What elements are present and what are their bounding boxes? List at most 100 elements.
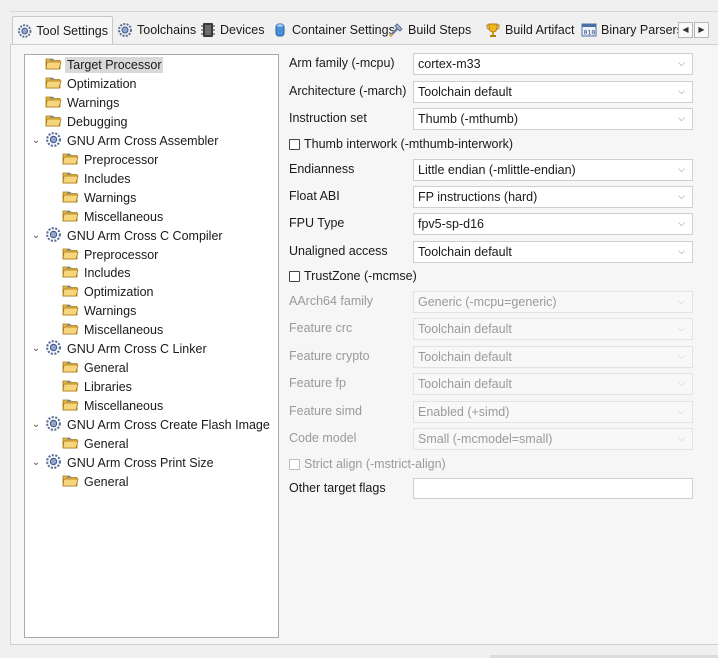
strict-align-label: Strict align (-mstrict-align)	[304, 457, 446, 471]
code-model-label: Code model	[289, 431, 357, 445]
tab-label: Devices	[220, 23, 265, 37]
tree-item-tool[interactable]: ⌄ GNU Arm Cross C Linker	[30, 340, 209, 358]
trophy-icon	[486, 23, 500, 37]
cylinder-icon	[275, 23, 285, 37]
aarch64-family-value: Generic (-mcpu=generic)	[418, 295, 557, 309]
tree-item[interactable]: Warnings	[62, 189, 138, 207]
tab-binary-parsers[interactable]: 010 Binary Parsers	[577, 18, 687, 42]
tree-item-label: GNU Arm Cross C Linker	[67, 342, 207, 357]
tree-item-tool[interactable]: ⌄ GNU Arm Cross Print Size	[30, 454, 216, 472]
tab-label: Toolchains	[137, 23, 197, 37]
tree-item[interactable]: General	[62, 435, 130, 453]
chevron-down-icon[interactable]: ⌄	[30, 419, 42, 431]
tree-item-tool[interactable]: ⌄ GNU Arm Cross Create Flash Image	[30, 416, 272, 434]
chevron-down-icon: ⌵	[678, 191, 685, 201]
chevron-down-icon: ⌵	[678, 296, 685, 306]
tab-build-steps[interactable]: Build Steps	[384, 18, 475, 42]
tree-item[interactable]: Optimization	[45, 75, 138, 93]
folder-icon	[62, 378, 79, 396]
unaligned-access-label: Unaligned access	[289, 244, 388, 258]
feature-crypto-label: Feature crypto	[289, 349, 370, 363]
code-model-value: Small (-mcmodel=small)	[418, 432, 553, 446]
tree-item-label: GNU Arm Cross Print Size	[67, 455, 214, 470]
feature-crc-label: Feature crc	[289, 321, 353, 335]
instruction-set-value: Thumb (-mthumb)	[418, 112, 519, 126]
trustzone-label: TrustZone (-mcmse)	[304, 269, 417, 283]
tree-item[interactable]: Preprocessor	[62, 151, 160, 169]
tree-item[interactable]: General	[62, 473, 130, 491]
arm-family-label: Arm family (-mcpu)	[289, 56, 395, 70]
chevron-down-icon[interactable]: ⌄	[30, 457, 42, 469]
tree-item[interactable]: Debugging	[45, 113, 129, 131]
chevron-down-icon: ⌵	[678, 58, 685, 68]
tree-item-tool[interactable]: ⌄ GNU Arm Cross Assembler	[30, 131, 220, 151]
folder-icon	[62, 397, 79, 415]
chevron-down-icon: ⌵	[678, 86, 685, 96]
tree-item[interactable]: Warnings	[45, 94, 121, 112]
tree-item-label: Miscellaneous	[84, 323, 164, 338]
tab-tool-settings[interactable]: Tool Settings	[12, 16, 113, 44]
tree-item-label: General	[84, 437, 129, 451]
gear-icon	[45, 131, 62, 151]
tree-item[interactable]: Miscellaneous	[62, 208, 165, 226]
trustzone-checkbox[interactable]: TrustZone (-mcmse)	[289, 267, 417, 285]
chevron-down-icon[interactable]: ⌄	[30, 230, 42, 242]
architecture-select[interactable]: Toolchain default ⌵	[413, 81, 693, 103]
tree-item-label: Optimization	[67, 76, 137, 91]
checkbox-box[interactable]	[289, 138, 300, 150]
folder-icon	[62, 473, 79, 491]
tree-item-label: Miscellaneous	[84, 399, 164, 414]
tree-item-label: Preprocessor	[84, 152, 159, 167]
arm-family-select[interactable]: cortex-m33 ⌵	[413, 53, 693, 75]
chevron-down-icon: ⌵	[678, 164, 685, 174]
feature-simd-label: Feature simd	[289, 404, 362, 418]
tab-label: Build Steps	[408, 23, 472, 37]
chevron-down-icon: ⌵	[678, 433, 685, 443]
tab-toolchains[interactable]: Toolchains	[113, 18, 200, 42]
tree-item[interactable]: Includes	[62, 264, 133, 282]
tree-item[interactable]: Target Processor	[45, 56, 164, 74]
feature-crc-value: Toolchain default	[418, 322, 512, 336]
tree-item-label: Warnings	[84, 304, 137, 319]
instruction-set-select[interactable]: Thumb (-mthumb) ⌵	[413, 108, 693, 130]
tree-item[interactable]: Libraries	[62, 378, 134, 396]
tree-item[interactable]: Miscellaneous	[62, 397, 165, 415]
tab-scroll-right-button[interactable]: ▶	[694, 22, 709, 38]
tree-item[interactable]: General	[62, 359, 130, 377]
tree-item-label: Target Processor	[65, 57, 164, 73]
aarch64-family-row: AArch64 family Generic (-mcpu=generic) ⌵	[289, 291, 693, 313]
tab-scroll-left-button[interactable]: ◀	[678, 22, 693, 38]
folder-icon	[62, 246, 79, 264]
unaligned-access-select[interactable]: Toolchain default ⌵	[413, 241, 693, 263]
architecture-value: Toolchain default	[418, 85, 512, 99]
folder-icon	[62, 189, 79, 207]
endianness-select[interactable]: Little endian (-mlittle-endian) ⌵	[413, 159, 693, 181]
tools-icon	[389, 23, 403, 37]
feature-crc-row: Feature crc Toolchain default ⌵	[289, 318, 693, 340]
float-abi-label: Float ABI	[289, 189, 340, 203]
tree-item-label: Preprocessor	[84, 247, 159, 262]
float-abi-select[interactable]: FP instructions (hard) ⌵	[413, 186, 693, 208]
tab-devices[interactable]: Devices	[196, 18, 268, 42]
tree-item[interactable]: Miscellaneous	[62, 321, 165, 339]
tree-item[interactable]: Preprocessor	[62, 246, 160, 264]
thumb-interwork-checkbox[interactable]: Thumb interwork (-mthumb-interwork)	[289, 135, 513, 153]
tree-item-label: Warnings	[67, 95, 120, 110]
endianness-value: Little endian (-mlittle-endian)	[418, 163, 576, 177]
chevron-down-icon[interactable]: ⌄	[30, 135, 42, 147]
fpu-type-select[interactable]: fpv5-sp-d16 ⌵	[413, 213, 693, 235]
gear-icon	[118, 23, 132, 37]
tree-item[interactable]: Warnings	[62, 302, 138, 320]
chevron-down-icon[interactable]: ⌄	[30, 343, 42, 355]
other-target-flags-input[interactable]	[413, 478, 693, 499]
architecture-row: Architecture (-march) Toolchain default ⌵	[289, 81, 693, 103]
tree-item-tool[interactable]: ⌄ GNU Arm Cross C Compiler	[30, 226, 225, 245]
tab-label: Build Artifact	[505, 23, 575, 37]
checkbox-box[interactable]	[289, 270, 300, 282]
tab-label: Tool Settings	[36, 23, 108, 38]
tab-build-artifact[interactable]: Build Artifact	[481, 18, 578, 42]
tab-container-settings[interactable]: Container Settings	[268, 18, 399, 42]
tree-item[interactable]: Optimization	[62, 283, 155, 301]
fpu-type-value: fpv5-sp-d16	[418, 217, 485, 231]
tree-item[interactable]: Includes	[62, 170, 133, 188]
